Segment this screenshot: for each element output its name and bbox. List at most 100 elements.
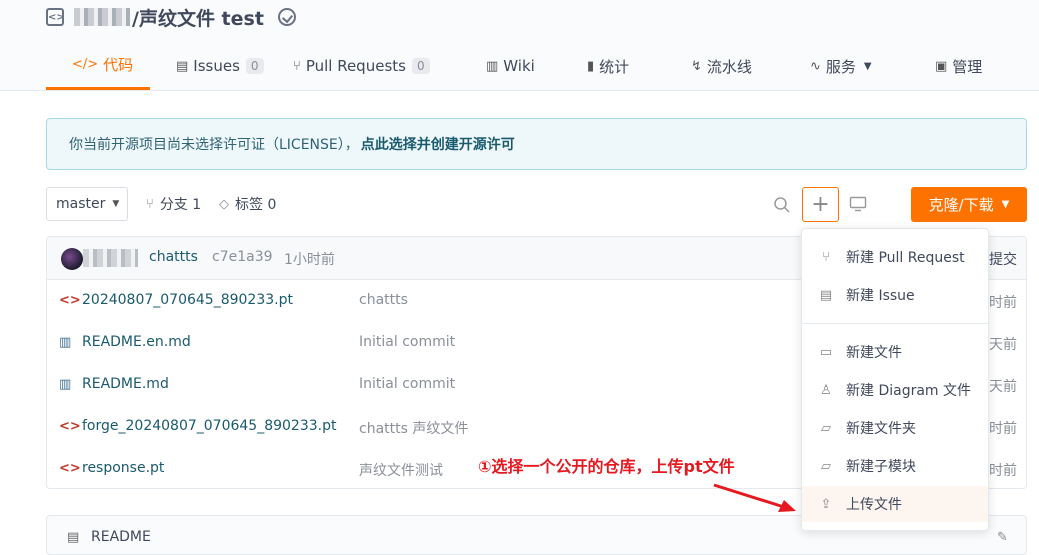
commit-time: 1小时前 [284,252,335,268]
add-menu-button[interactable]: + [802,187,839,222]
commit-author[interactable]: chattts [149,249,198,265]
pipeline-icon: ↯ [691,58,702,74]
tab-pipeline[interactable]: ↯ 流水线 [691,46,810,90]
file-commit-message[interactable]: 声纹文件测试 [359,460,443,480]
tab-label: Issues [193,57,240,75]
menu-label: 新建 Issue [846,288,915,304]
tab-label: 代码 [103,56,134,74]
caret-down-icon: ▼ [112,199,120,209]
create-license-link[interactable]: 点此选择并创建开源许可 [361,134,515,154]
repo-tabs: </> 代码 ▤ Issues 0 ⑂ Pull Requests 0 ▥ Wi… [46,46,1005,90]
upload-icon: ⇪ [820,496,832,512]
avatar[interactable] [61,248,83,270]
file-time: 时前 [989,295,1017,311]
monitor-icon[interactable] [849,196,867,212]
menu-label: 新建文件夹 [846,421,916,437]
tags-count: 标签 0 [235,197,277,213]
book-icon: ▥ [59,335,72,350]
search-icon[interactable] [773,196,791,214]
menu-label: 新建 Pull Request [846,250,965,266]
license-notice: 你当前开源项目尚未选择许可证（LICENSE）， 点此选择并创建开源许可 [46,118,1027,170]
pulse-icon: ∿ [810,58,821,74]
tab-services[interactable]: ∿ 服务 ▼ [810,46,935,90]
tab-label: 服务 [825,57,856,76]
diagram-icon: ♙ [820,382,832,398]
file-time: 时前 [989,463,1017,479]
menu-new-diagram[interactable]: ♙ 新建 Diagram 文件 [802,372,988,408]
menu-new-pull-request[interactable]: ⑂ 新建 Pull Request [802,239,988,275]
file-icon: ▭ [819,344,833,360]
tab-code[interactable]: </> 代码 [46,46,150,90]
menu-divider [802,323,988,324]
file-commit-message[interactable]: chattts 声纹文件 [359,418,468,438]
pull-request-icon: ⑂ [293,58,301,74]
book-icon: ▥ [59,377,72,392]
issues-count: 0 [245,58,264,74]
tab-issues[interactable]: ▤ Issues 0 [150,46,293,90]
file-commit-message[interactable]: Initial commit [359,376,455,392]
menu-label: 新建子模块 [846,459,916,475]
tab-stats[interactable]: ▮ 统计 [587,46,691,90]
tab-label: Pull Requests [305,57,406,75]
file-name[interactable]: README.en.md [82,334,191,350]
file-name[interactable]: README.md [82,376,169,392]
chevron-down-icon: ▼ [863,60,872,72]
menu-label: 新建 Diagram 文件 [846,383,972,399]
branch-name: master [56,196,106,212]
file-commit-message[interactable]: Initial commit [359,334,455,350]
repo-name[interactable]: /声纹文件 test [132,4,264,31]
file-commit-message[interactable]: chattts [359,292,408,308]
verified-badge-icon [277,8,296,26]
folder-icon: ▱ [821,420,831,436]
file-name[interactable]: response.pt [82,460,164,476]
branch-select[interactable]: master ▼ [46,187,128,221]
file-time: 时前 [989,421,1017,437]
redacted-username [83,249,138,267]
branch-icon: ⑂ [146,196,154,212]
tab-label: 统计 [599,57,630,76]
bar-chart-icon: ▮ [587,58,595,74]
tag-icon: ◇ [219,196,229,212]
edit-icon[interactable]: ✎ [997,530,1008,545]
annotation-arrow-icon [713,483,796,512]
menu-label: 新建文件 [846,345,902,361]
file-time: 天前 [989,337,1017,353]
plus-icon: + [811,192,830,217]
menu-new-issue[interactable]: ▤ 新建 Issue [802,277,988,313]
tab-label: Wiki [503,57,535,75]
file-name[interactable]: forge_20240807_070645_890233.pt [82,418,336,434]
manage-icon: ▣ [935,58,948,74]
document-icon: ▤ [67,530,80,545]
file-name[interactable]: 20240807_070645_890233.pt [82,292,293,308]
add-menu-dropdown: ⑂ 新建 Pull Request ▤ 新建 Issue ▭ 新建文件 ♙ 新建… [801,228,989,531]
code-icon: </> [72,57,99,72]
submodule-folder-icon: ▱ [821,458,831,474]
menu-new-folder[interactable]: ▱ 新建文件夹 [802,410,988,446]
branches-count: 分支 1 [159,197,202,213]
branches-link[interactable]: ⑂ 分支 1 [146,194,201,214]
code-file-icon: <> [59,293,81,308]
caret-down-icon: ▼ [1001,199,1010,210]
code-file-icon: <> [59,461,81,476]
menu-new-submodule[interactable]: ▱ 新建子模块 [802,448,988,484]
menu-upload-file[interactable]: ⇪ 上传文件 [802,486,988,522]
license-text: 你当前开源项目尚未选择许可证（LICENSE）， [69,137,359,153]
code-repo-icon: <> [46,8,65,26]
tab-wiki[interactable]: ▥ Wiki [486,46,587,90]
tab-manage[interactable]: ▣ 管理 [935,46,1005,90]
code-file-icon: <> [59,419,81,434]
tab-pull-requests[interactable]: ⑂ Pull Requests 0 [293,46,486,90]
annotation-text: ①选择一个公开的仓库，上传pt文件 [478,457,735,476]
tags-link[interactable]: ◇ 标签 0 [219,194,276,214]
pull-request-icon: ⑂ [822,249,830,265]
commit-sha[interactable]: c7e1a39 [212,249,273,265]
issue-icon: ▤ [819,287,833,303]
tab-label: 流水线 [706,57,752,76]
menu-new-file[interactable]: ▭ 新建文件 [802,334,988,370]
repo-header: <> /声纹文件 test </> 代码 ▤ Issues 0 ⑂ Pull R… [0,0,1039,91]
clone-download-button[interactable]: 克隆/下载 ▼ [911,187,1027,222]
menu-label: 上传文件 [846,497,902,513]
wiki-icon: ▥ [486,58,499,74]
commits-link[interactable]: 提交 [989,249,1017,269]
repo-title: <> /声纹文件 test [46,3,296,31]
